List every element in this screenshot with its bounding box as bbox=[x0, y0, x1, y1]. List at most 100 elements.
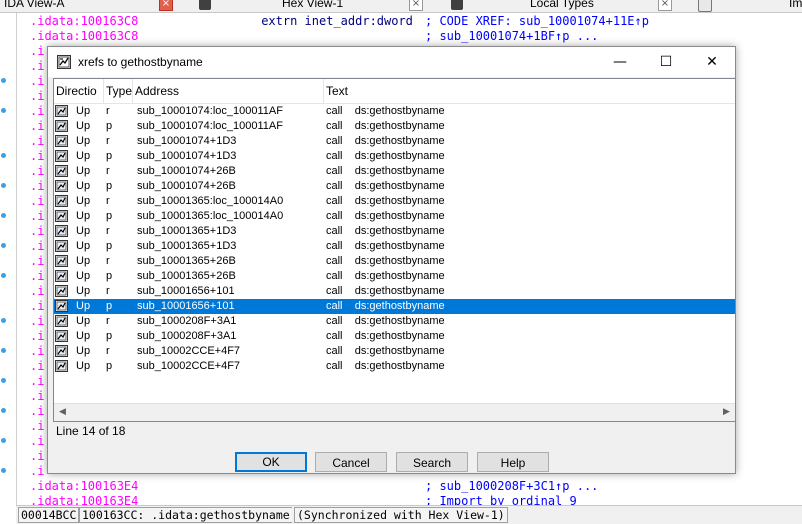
table-row[interactable]: Up r sub_10001365+1D3 call ds:gethostbyname bbox=[54, 224, 735, 239]
line-address: .i bbox=[30, 179, 45, 193]
line-address: .i bbox=[30, 434, 45, 448]
xref-icon bbox=[55, 150, 68, 162]
line-address: .i bbox=[30, 239, 45, 253]
address-cell: sub_10001074+1D3 bbox=[137, 135, 237, 147]
code-line[interactable]: .i bbox=[30, 149, 44, 164]
line-address: .i bbox=[30, 404, 45, 418]
table-row[interactable]: Up r sub_1000208F+3A1 call ds:gethostbyname bbox=[54, 314, 735, 329]
code-line[interactable]: .i bbox=[30, 224, 44, 239]
table-row[interactable]: Up p sub_10002CCE+4F7 call ds:gethostbyname bbox=[54, 359, 735, 374]
code-line[interactable]: .i bbox=[30, 329, 44, 344]
code-line[interactable]: .i bbox=[30, 314, 44, 329]
close-icon[interactable]: ✕ bbox=[689, 47, 735, 77]
scroll-left-icon[interactable]: ◀ bbox=[54, 404, 71, 421]
tab-imports[interactable]: Im bbox=[789, 0, 802, 12]
code-line[interactable]: .i bbox=[30, 419, 44, 434]
line-address: .i bbox=[30, 344, 45, 358]
table-row[interactable]: Up r sub_10001074+1D3 call ds:gethostbyname bbox=[54, 134, 735, 149]
table-row[interactable]: Up r sub_10001365+26B call ds:gethostbyname bbox=[54, 254, 735, 269]
code-line[interactable]: .i bbox=[30, 284, 44, 299]
code-line[interactable]: .i bbox=[30, 44, 44, 59]
table-row[interactable]: Up r sub_10001656+101 call ds:gethostbyname bbox=[54, 284, 735, 299]
address-cell: sub_10001365+26B bbox=[137, 270, 236, 282]
table-row[interactable]: Up r sub_10001074+26B call ds:gethostbyname bbox=[54, 164, 735, 179]
minimize-icon[interactable]: — bbox=[597, 47, 643, 77]
table-row[interactable]: Up r sub_10001365:loc_100014A0 call ds:geth… bbox=[54, 194, 735, 209]
type-cell: r bbox=[106, 315, 110, 327]
close-icon[interactable]: × bbox=[658, 0, 672, 11]
code-line[interactable]: .i bbox=[30, 179, 44, 194]
text-cell: call ds:gethostbyname bbox=[326, 195, 445, 207]
table-row[interactable]: Up p sub_10001074+26B call ds:gethostbyname bbox=[54, 179, 735, 194]
code-line[interactable]: .i bbox=[30, 299, 44, 314]
table-row[interactable]: Up p sub_10001365+1D3 call ds:gethostbyname bbox=[54, 239, 735, 254]
xref-icon bbox=[55, 345, 68, 357]
code-line[interactable]: .idata:100163C8 ; sub_10001074+1BF↑p ... bbox=[30, 29, 598, 44]
code-line[interactable]: .i bbox=[30, 74, 44, 89]
code-line[interactable]: .i bbox=[30, 389, 44, 404]
table-row[interactable]: Up p sub_10001365:loc_100014A0 call ds:geth… bbox=[54, 209, 735, 224]
code-line[interactable]: .i bbox=[30, 164, 44, 179]
tab-local-types[interactable]: Local Types bbox=[530, 0, 594, 12]
code-line[interactable]: .i bbox=[30, 209, 44, 224]
maximize-icon[interactable]: ☐ bbox=[643, 47, 689, 77]
search-button[interactable]: Search bbox=[396, 452, 468, 472]
xref-icon bbox=[55, 285, 68, 297]
address-cell: sub_10001365+1D3 bbox=[137, 240, 237, 252]
scroll-right-icon[interactable]: ▶ bbox=[718, 404, 735, 421]
table-row[interactable]: Up p sub_1000208F+3A1 call ds:gethostbyname bbox=[54, 329, 735, 344]
code-line[interactable]: .i bbox=[30, 194, 44, 209]
type-cell: p bbox=[106, 360, 113, 372]
text-cell: call ds:gethostbyname bbox=[326, 315, 445, 327]
code-line[interactable]: .i bbox=[30, 359, 44, 374]
text-cell: call ds:gethostbyname bbox=[326, 240, 445, 252]
text-cell: call ds:gethostbyname bbox=[326, 135, 445, 147]
code-line[interactable]: .i bbox=[30, 239, 44, 254]
code-line[interactable]: .i bbox=[30, 404, 44, 419]
code-line[interactable]: .i bbox=[30, 134, 44, 149]
breakpoint-dot-icon bbox=[1, 348, 6, 353]
type-cell: r bbox=[106, 345, 110, 357]
table-row[interactable]: Up r sub_10002CCE+4F7 call ds:gethostbyname bbox=[54, 344, 735, 359]
code-line[interactable]: .i bbox=[30, 254, 44, 269]
tab-ida-view-a[interactable]: IDA View-A bbox=[4, 0, 64, 12]
code-line[interactable]: .i bbox=[30, 269, 44, 284]
table-row[interactable]: Up p sub_10001074:loc_100011AF call ds:geth… bbox=[54, 119, 735, 134]
ok-button[interactable]: OK bbox=[235, 452, 307, 472]
table-row[interactable]: Up p sub_10001656+101 call ds:gethostbyname bbox=[54, 299, 735, 314]
table-row[interactable]: Up p sub_10001074+1D3 call ds:gethostbyname bbox=[54, 149, 735, 164]
column-header-text[interactable]: Text bbox=[324, 79, 735, 103]
code-line[interactable]: .idata:100163C8 extrn inet_addr:dword ; C… bbox=[30, 14, 649, 29]
horizontal-scrollbar[interactable]: ◀ ▶ bbox=[54, 403, 735, 421]
address-cell: sub_10001074:loc_100011AF bbox=[137, 105, 283, 117]
type-cell: p bbox=[106, 240, 113, 252]
code-line[interactable]: .i bbox=[30, 119, 44, 134]
tab-hex-view-1[interactable]: Hex View-1 bbox=[282, 0, 343, 12]
line-address: .i bbox=[30, 314, 45, 328]
column-header-type[interactable]: Type bbox=[104, 79, 133, 103]
line-address: .i bbox=[30, 464, 45, 478]
code-line[interactable]: .i bbox=[30, 434, 44, 449]
table-row[interactable]: Up p sub_10001365+26B call ds:gethostbyname bbox=[54, 269, 735, 284]
code-line[interactable]: .i bbox=[30, 464, 44, 479]
code-line[interactable]: .i bbox=[30, 449, 44, 464]
code-line[interactable]: .i bbox=[30, 89, 44, 104]
code-line[interactable]: .i bbox=[30, 104, 44, 119]
cancel-button[interactable]: Cancel bbox=[315, 452, 387, 472]
code-line[interactable]: .idata:100163E4 ; sub_1000208F+3C1↑p ... bbox=[30, 479, 598, 494]
info-icon bbox=[451, 0, 463, 10]
column-header-direction[interactable]: Directio bbox=[54, 79, 104, 103]
column-header-address[interactable]: Address bbox=[133, 79, 324, 103]
code-line[interactable]: .i bbox=[30, 374, 44, 389]
close-icon[interactable]: × bbox=[159, 0, 173, 11]
xrefs-list[interactable]: Directio Type Address Text Up r sub_100010… bbox=[53, 78, 736, 422]
sync-status: (Synchronized with Hex View-1) bbox=[294, 507, 508, 523]
code-line[interactable]: .i bbox=[30, 59, 44, 74]
code-line[interactable]: .i bbox=[30, 344, 44, 359]
dialog-titlebar[interactable]: xrefs to gethostbyname — ☐ ✕ bbox=[48, 47, 735, 77]
direction-cell: Up bbox=[76, 195, 91, 207]
table-row[interactable]: Up r sub_10001074:loc_100011AF call ds:geth… bbox=[54, 104, 735, 119]
text-cell: call ds:gethostbyname bbox=[326, 150, 445, 162]
help-button[interactable]: Help bbox=[477, 452, 549, 472]
close-icon[interactable]: × bbox=[409, 0, 423, 11]
